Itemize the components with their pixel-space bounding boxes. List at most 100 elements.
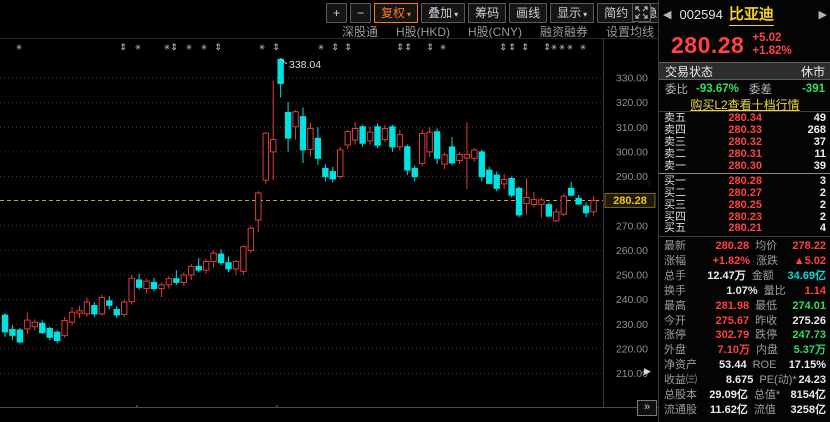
detail-value: 8154亿 bbox=[791, 389, 826, 401]
detail-row: 收益㈢8.675PE(动)*24.23 bbox=[659, 373, 830, 388]
detail-value: 302.79 bbox=[701, 329, 749, 341]
detail-label: 最高 bbox=[664, 300, 701, 312]
candle-body bbox=[84, 302, 89, 314]
event-star-icon[interactable]: ✳ bbox=[318, 43, 325, 52]
event-arrows-icon[interactable]: ⇕ bbox=[170, 42, 178, 52]
candle-body bbox=[99, 297, 104, 314]
event-star-icon[interactable]: ✳ bbox=[201, 43, 208, 52]
candle-body bbox=[449, 147, 454, 163]
l2-link[interactable]: 购买L2查看十档行情 bbox=[690, 98, 799, 112]
detail-row: 涨停302.79跌停247.73 bbox=[659, 328, 830, 343]
change-percent: +1.82% bbox=[752, 45, 791, 58]
event-arrows-icon[interactable]: ⇕ bbox=[119, 42, 127, 52]
event-arrows-icon[interactable]: ⇕ bbox=[508, 42, 516, 52]
candle-body bbox=[501, 179, 506, 183]
detail-label: ROE bbox=[753, 359, 789, 371]
ask-row-3[interactable]: 卖三280.3237 bbox=[659, 137, 830, 149]
ask-row-4[interactable]: 卖四280.33268 bbox=[659, 125, 830, 137]
book-quantity: 3 bbox=[762, 176, 826, 187]
prev-stock-icon[interactable]: ◀ bbox=[663, 8, 671, 21]
event-star-icon[interactable]: ✳ bbox=[567, 43, 574, 52]
candle-body bbox=[412, 168, 417, 176]
book-price: 280.27 bbox=[696, 188, 762, 199]
event-arrows-icon[interactable]: ⇕ bbox=[521, 42, 529, 52]
detail-label: 总手 bbox=[664, 270, 700, 282]
candle-body bbox=[323, 168, 328, 176]
candle-body bbox=[159, 285, 164, 289]
candle-body bbox=[203, 261, 208, 270]
event-arrows-icon[interactable]: ⇕ bbox=[543, 42, 551, 52]
event-star-icon[interactable]: ✳ bbox=[259, 43, 266, 52]
event-arrows-icon[interactable]: ⇕ bbox=[499, 42, 507, 52]
detail-label: 流值 bbox=[754, 404, 791, 416]
detail-row: 总手12.47万金额34.69亿 bbox=[659, 269, 830, 284]
candle-body bbox=[583, 206, 588, 213]
detail-value: ▲5.02 bbox=[794, 255, 826, 267]
event-star-icon[interactable]: ✳ bbox=[135, 43, 142, 52]
quote-header: ◀ 002594 比亚迪 ▶ bbox=[659, 0, 830, 28]
event-arrows-icon[interactable]: ⇕ bbox=[272, 42, 280, 52]
detail-value: 274.01 bbox=[792, 300, 826, 312]
candle-body bbox=[218, 254, 223, 263]
candle-body bbox=[107, 301, 112, 305]
order-book[interactable]: 卖五280.3449卖四280.33268卖三280.3237卖二280.311… bbox=[659, 113, 830, 235]
book-price: 280.21 bbox=[696, 223, 762, 234]
axis-more-button[interactable]: » bbox=[637, 400, 657, 416]
detail-value: 17.15% bbox=[789, 359, 826, 371]
event-star-icon[interactable]: ✳ bbox=[580, 43, 587, 52]
ask-row-1[interactable]: 卖一280.3039 bbox=[659, 161, 830, 173]
book-level-label: 卖三 bbox=[664, 137, 696, 148]
bid-row-5[interactable]: 买五280.214 bbox=[659, 223, 830, 235]
candle-body bbox=[151, 282, 156, 288]
bid-row-2[interactable]: 买二280.272 bbox=[659, 187, 830, 199]
event-arrows-icon[interactable]: ⇕ bbox=[344, 42, 352, 52]
stock-app-window: +−复权▾叠加▾筹码画线显示▾简约隐藏 ≫ 深股通H股(HKD)H股(CNY)融… bbox=[0, 0, 830, 422]
event-star-icon[interactable]: ✳ bbox=[186, 43, 193, 52]
book-quantity: 268 bbox=[762, 125, 826, 136]
event-arrows-icon[interactable]: ⇕ bbox=[214, 42, 222, 52]
candle-body bbox=[427, 132, 432, 152]
candle-body bbox=[263, 133, 268, 180]
detail-label: 外盘 bbox=[664, 344, 702, 356]
detail-label: 量比 bbox=[764, 285, 805, 297]
candle-body bbox=[554, 212, 559, 221]
y-axis-tick-label: 230.00 bbox=[616, 319, 648, 331]
candle-body bbox=[77, 311, 82, 313]
book-level-label: 卖二 bbox=[664, 149, 696, 160]
book-quantity: 49 bbox=[762, 113, 826, 124]
book-level-label: 买四 bbox=[664, 212, 696, 223]
bid-row-1[interactable]: 买一280.283 bbox=[659, 175, 830, 187]
detail-value: 5.37万 bbox=[794, 344, 826, 356]
candle-body bbox=[189, 266, 194, 275]
detail-label: 昨收 bbox=[755, 315, 792, 327]
event-arrows-icon[interactable]: ⇕ bbox=[426, 42, 434, 52]
next-stock-icon[interactable]: ▶ bbox=[819, 8, 827, 21]
candle-body bbox=[129, 278, 134, 301]
event-star-icon[interactable]: ✳ bbox=[551, 43, 558, 52]
event-star-icon[interactable]: ✳ bbox=[16, 43, 23, 52]
event-arrows-icon[interactable]: ⇕ bbox=[331, 42, 339, 52]
event-star-icon[interactable]: ✳ bbox=[559, 43, 566, 52]
axis-drag-handle-icon[interactable]: ⫶⫶ bbox=[647, 179, 651, 189]
candle-body bbox=[569, 188, 574, 195]
ask-row-2[interactable]: 卖二280.3111 bbox=[659, 149, 830, 161]
book-price: 280.30 bbox=[696, 161, 762, 172]
candle-body bbox=[352, 128, 357, 140]
candle-body bbox=[122, 302, 127, 314]
event-arrows-icon[interactable]: ⇕ bbox=[396, 42, 404, 52]
event-star-icon[interactable]: ✳ bbox=[440, 43, 447, 52]
detail-value: 34.69亿 bbox=[787, 270, 826, 282]
trading-status-row: 交易状态 休市 bbox=[659, 62, 830, 80]
panel-expand-arrow-icon[interactable]: ▶ bbox=[644, 366, 651, 377]
candle-body bbox=[390, 127, 395, 147]
detail-value: 3258亿 bbox=[791, 404, 826, 416]
stock-name[interactable]: 比亚迪 bbox=[729, 3, 774, 26]
bid-row-3[interactable]: 买三280.252 bbox=[659, 199, 830, 211]
candle-body bbox=[10, 329, 15, 335]
detail-label: 最低 bbox=[755, 300, 792, 312]
book-level-label: 卖五 bbox=[664, 113, 696, 124]
detail-value: 275.26 bbox=[792, 315, 826, 327]
detail-label: 总股本 bbox=[664, 389, 701, 401]
event-arrows-icon[interactable]: ⇕ bbox=[404, 42, 412, 52]
candlestick-chart[interactable]: 330.00320.00310.00300.00290.00270.00260.… bbox=[0, 0, 658, 422]
